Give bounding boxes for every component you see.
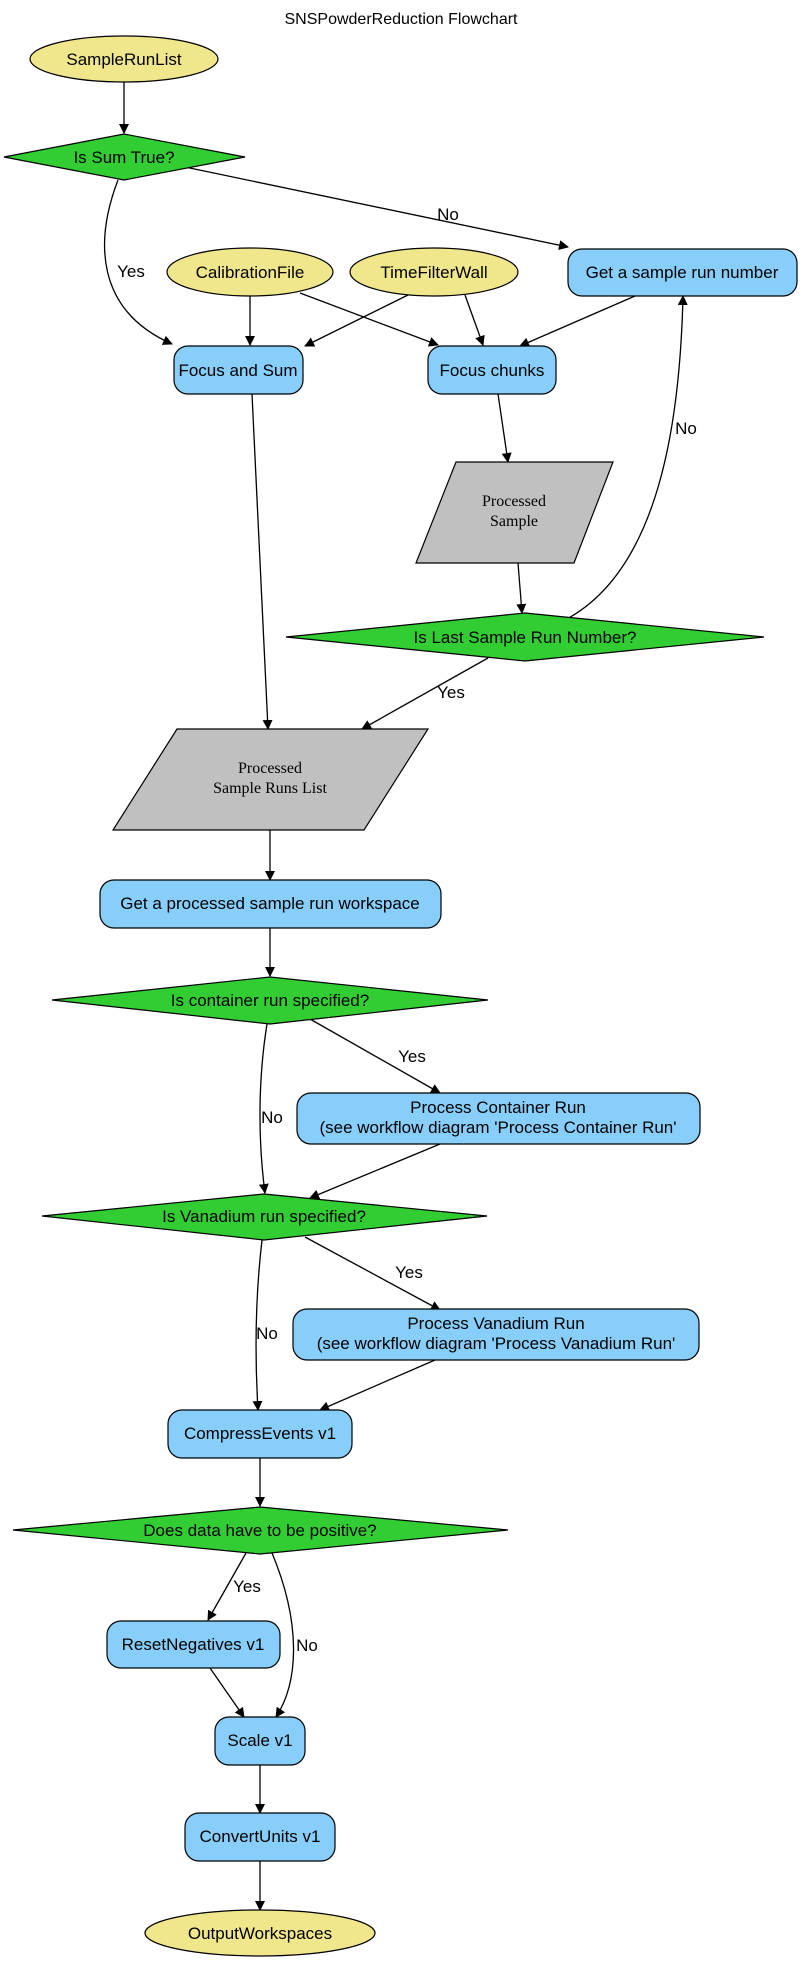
node-reset-negatives: ResetNegatives v1 [106,1620,281,1669]
edge-islast-no [564,295,688,621]
node-process-container-run: Process Container Run (see workflow diag… [296,1092,701,1145]
node-label: CalibrationFile [196,263,305,282]
edge-label-vanadium-no: No [256,1324,278,1343]
node-label: TimeFilterWall [380,263,487,282]
node-label-line: Processed [482,493,546,510]
node-label-line: Process Vanadium Run [407,1314,584,1333]
node-label: Is Last Sample Run Number? [414,628,637,647]
node-label: SampleRunList [66,50,182,69]
edge-container-isvanadium [309,1143,441,1200]
edge-label-sum-no: No [437,205,459,224]
node-output-workspaces: OutputWorkspaces [144,1909,376,1957]
node-get-processed-workspace: Get a processed sample run workspace [99,879,442,929]
node-is-vanadium-run: Is Vanadium run specified? [41,1193,488,1241]
edge-label-last-yes: Yes [437,683,465,702]
edge-reset-scale [209,1667,245,1718]
edge-label-container-yes: Yes [398,1047,426,1066]
flowchart: SNSPowderReduction Flowchart Yes No No Y… [3,11,798,1957]
node-focus-and-sum: Focus and Sum [173,345,304,395]
node-processed-sample-runs-list: Processed Sample Runs List [111,728,430,831]
edge-focuschunks-processedsample [497,393,512,463]
node-focus-chunks: Focus chunks [427,345,557,395]
node-label: ResetNegatives v1 [122,1635,265,1654]
edge-label-vanadium-yes: Yes [395,1263,423,1282]
node-label: Scale v1 [227,1731,292,1750]
chart-title: SNSPowderReduction Flowchart [285,11,519,28]
node-label-line: (see workflow diagram 'Process Vanadium … [317,1334,676,1353]
node-label: Focus chunks [440,361,545,380]
edge-issum-no [184,166,569,251]
node-is-last-sample-run: Is Last Sample Run Number? [285,612,765,662]
edge-processedsample-islast [516,562,527,614]
node-is-container-run: Is container run specified? [51,976,489,1025]
node-compress-events: CompressEvents v1 [167,1409,353,1459]
node-processed-sample: Processed Sample [415,461,614,564]
node-get-sample-run-number: Get a sample run number [567,248,798,297]
node-sample-run-list: SampleRunList [29,35,219,83]
node-label-line: Processed [238,760,302,777]
edge-label-positive-yes: Yes [233,1577,261,1596]
node-time-filter-wall: TimeFilterWall [349,247,519,297]
node-label: Get a processed sample run workspace [120,894,420,913]
edge-label-last-no: No [675,419,697,438]
node-label: CompressEvents v1 [184,1424,336,1443]
edge-timefilter-focussum [304,293,411,347]
node-label-line: Sample Runs List [213,780,327,797]
node-label: OutputWorkspaces [188,1924,332,1943]
node-label-line: Process Container Run [410,1098,586,1117]
node-label: Is Vanadium run specified? [162,1207,366,1226]
node-is-sum-true: Is Sum True? [3,133,246,181]
edge-focussum-processedruns [251,393,273,730]
node-label: ConvertUnits v1 [200,1827,321,1846]
node-does-data-have-to-be-positive: Does data have to be positive? [12,1506,509,1555]
node-label: Focus and Sum [178,361,297,380]
node-scale: Scale v1 [214,1716,306,1766]
node-label: Get a sample run number [586,263,779,282]
node-label-line: (see workflow diagram 'Process Container… [319,1118,676,1137]
node-convert-units: ConvertUnits v1 [184,1812,336,1862]
edge-calib-focuschunks [299,292,439,347]
node-label: Does data have to be positive? [143,1521,376,1540]
node-label-line: Sample [490,513,538,530]
edge-label-positive-no: No [296,1636,318,1655]
edge-label-sum-yes: Yes [117,262,145,281]
edge-label-container-no: No [261,1108,283,1127]
node-label: Is container run specified? [171,991,369,1010]
node-label: Is Sum True? [73,148,174,167]
edge-timefilter-focuschunks [464,294,485,346]
node-process-vanadium-run: Process Vanadium Run (see workflow diagr… [292,1308,700,1361]
edge-vanadium-compress [319,1359,436,1411]
node-calibration-file: CalibrationFile [166,247,334,297]
edge-islast-yes [361,657,489,730]
edge-getsample-focuschunks [519,295,636,347]
